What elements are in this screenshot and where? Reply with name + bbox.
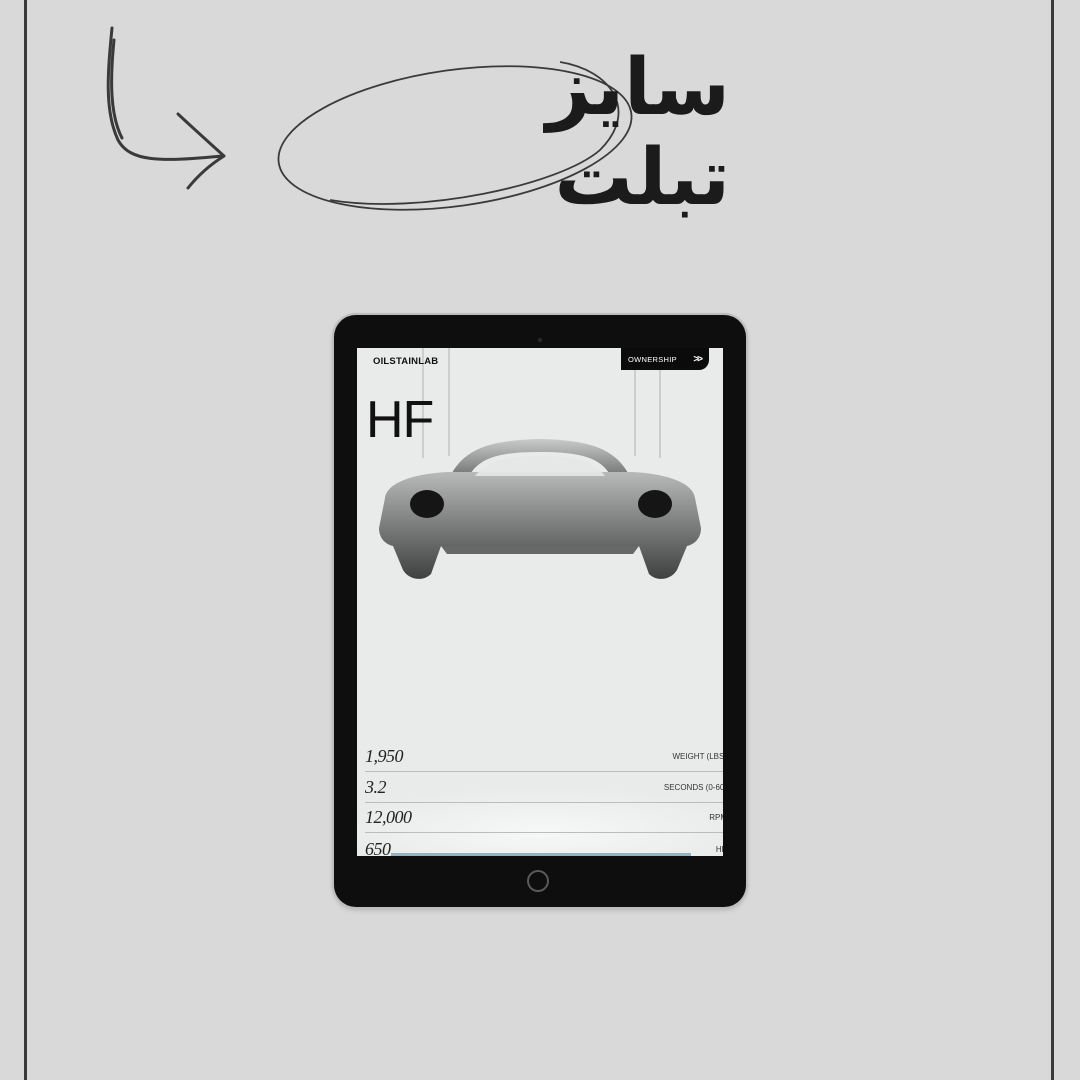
- spec-row-weight: 1,950 WEIGHT (LBS): [365, 742, 723, 772]
- spec-label: RPM: [709, 813, 723, 822]
- ownership-button[interactable]: OWNERSHIP >>: [621, 348, 709, 370]
- home-button[interactable]: [527, 870, 549, 892]
- spec-value: 1,950: [365, 746, 404, 766]
- bottom-accent-strip: [391, 853, 691, 856]
- double-chevron-right-icon: >>: [693, 354, 703, 365]
- spec-label: WEIGHT (LBS): [672, 752, 723, 761]
- spec-value: 650: [365, 838, 391, 857]
- spec-label: SECONDS (0-60): [663, 783, 723, 792]
- tablet-screen: OILSTAINLAB OWNERSHIP >> HF 1,950 WEIGHT…: [357, 348, 723, 856]
- spec-value: 12,000: [365, 807, 412, 827]
- spec-row-acceleration: 3.2 SECONDS (0-60): [365, 773, 723, 803]
- model-title: HF: [366, 391, 434, 449]
- brand-logo[interactable]: OILSTAINLAB: [373, 356, 438, 367]
- spec-label: HP: [715, 844, 723, 854]
- front-camera: [538, 338, 542, 342]
- curved-arrow-icon: [106, 26, 226, 190]
- ownership-button-label: OWNERSHIP: [628, 354, 677, 364]
- spec-row-rpm: 12,000 RPM: [365, 803, 723, 833]
- tablet-device: OILSTAINLAB OWNERSHIP >> HF 1,950 WEIGHT…: [334, 315, 746, 907]
- page-title: سايز تبلت: [546, 43, 730, 223]
- spec-value: 3.2: [365, 777, 387, 797]
